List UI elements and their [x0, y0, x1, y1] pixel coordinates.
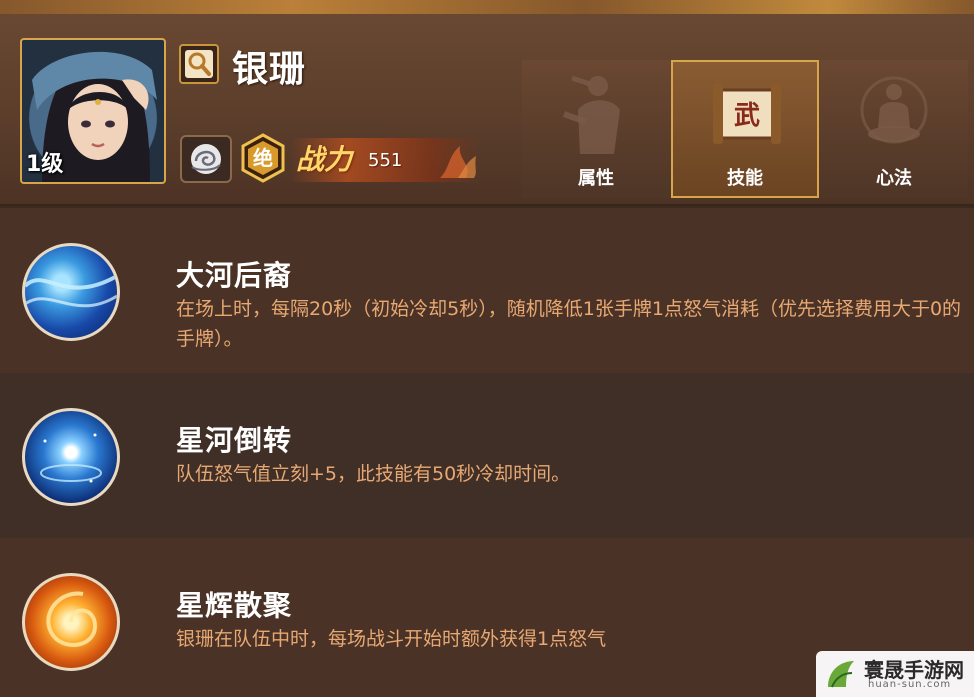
hexagon-badge-icon: 绝	[241, 133, 285, 183]
search-button[interactable]	[179, 44, 219, 84]
class-badge[interactable]	[180, 135, 232, 183]
fire-swirl-icon	[22, 573, 120, 671]
tab-skills-label: 技能	[727, 168, 763, 189]
meditation-icon	[860, 76, 928, 144]
scroll-glyph: 武	[734, 101, 760, 131]
river-icon	[22, 243, 120, 341]
rarity-glyph: 绝	[253, 146, 273, 170]
hero-portrait[interactable]: 1级	[20, 38, 166, 184]
site-watermark: 寰晟手游网 huan-sun.com	[816, 651, 974, 697]
power-value: 551	[368, 150, 403, 171]
header-ornament	[0, 0, 974, 14]
skill-description: 队伍怒气值立刻+5，此技能有50秒冷却时间。	[176, 463, 571, 485]
skill-name: 大河后裔	[176, 259, 293, 292]
skill-name: 星河倒转	[176, 424, 293, 457]
magnifier-icon	[185, 50, 213, 78]
tab-attributes[interactable]: 属性	[522, 60, 670, 198]
skill-name: 星辉散聚	[176, 589, 293, 622]
skill-row[interactable]: 大河后裔 在场上时，每隔20秒（初始冷却5秒），随机降低1张手牌1点怒气消耗（优…	[0, 208, 974, 373]
tab-attributes-label: 属性	[578, 168, 614, 189]
power-label: 战力	[296, 143, 353, 176]
star-orb-icon	[22, 408, 120, 506]
scroll-icon: 武	[713, 84, 781, 144]
watermark-logo-icon	[828, 661, 854, 688]
skill-description: 在场上时，每隔20秒（初始冷却5秒），随机降低1张手牌1点怒气消耗（优先选择费用…	[176, 298, 962, 350]
hero-name: 银珊	[232, 49, 307, 90]
figure-icon	[562, 75, 620, 154]
hero-level: 1级	[26, 152, 64, 177]
tab-mind-method[interactable]: 心法	[820, 60, 968, 198]
skill-row[interactable]: 星河倒转 队伍怒气值立刻+5，此技能有50秒冷却时间。	[0, 373, 974, 538]
tab-skills[interactable]: 武 技能	[671, 60, 819, 198]
cloud-swirl-icon	[191, 144, 221, 174]
watermark-subtitle: huan-sun.com	[868, 679, 952, 690]
tab-mind-method-label: 心法	[876, 168, 912, 189]
hero-header: 1级 银珊 绝 战力 551 属性 武 技能 心法	[0, 0, 974, 206]
rarity-badge: 绝	[240, 133, 286, 183]
skill-description: 银珊在队伍中时，每场战斗开始时额外获得1点怒气	[176, 628, 607, 650]
